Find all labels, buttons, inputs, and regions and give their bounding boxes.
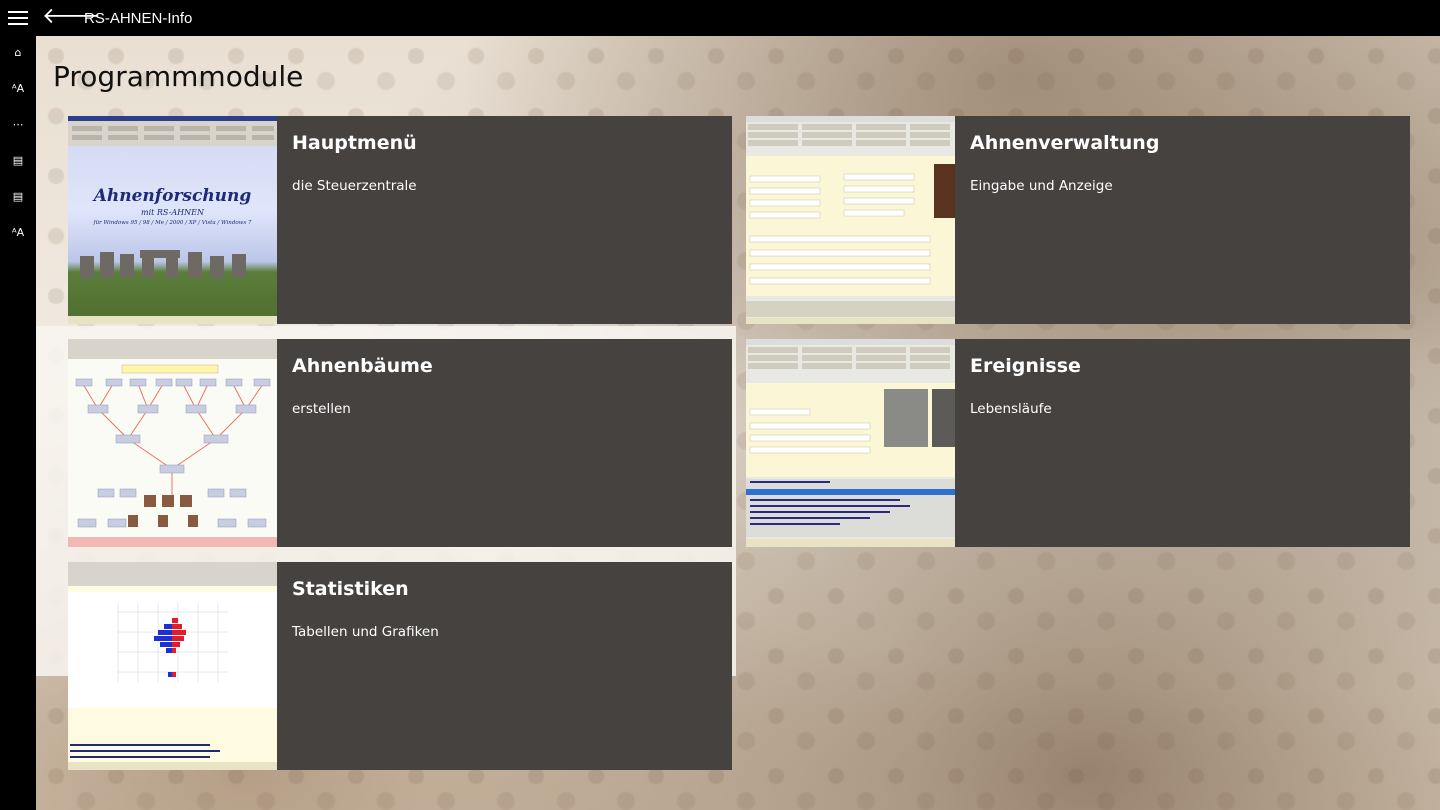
- family-tree-screenshot: [68, 339, 277, 547]
- tile-title: Ereignisse: [970, 355, 1081, 377]
- font-size-icon[interactable]: ᴬA: [0, 74, 36, 104]
- events-screenshot: [746, 339, 955, 547]
- hamburger-menu-icon[interactable]: [8, 11, 28, 25]
- home-icon[interactable]: ⌂: [0, 38, 36, 68]
- tile-subtitle: Eingabe und Anzeige: [970, 178, 1113, 194]
- tile-title: Statistiken: [292, 578, 409, 600]
- statistics-screenshot: [68, 562, 277, 770]
- main-menu-screenshot: Ahnenforschung mit RS-AHNEN für Windows …: [68, 116, 277, 324]
- tile-hauptmenue[interactable]: Ahnenforschung mit RS-AHNEN für Windows …: [68, 116, 732, 324]
- nav-rail: ⌂ ᴬA ⋯ ▤ ▤ ᴬA: [0, 36, 36, 810]
- tile-subtitle: die Steuerzentrale: [292, 178, 417, 194]
- thumb-os-line: für Windows 95 / 98 / Me / 2000 / XP / V…: [93, 220, 252, 226]
- tile-ereignisse[interactable]: Ereignisse Lebensläufe: [746, 339, 1410, 547]
- thumb-subline: mit RS-AHNEN: [141, 208, 204, 217]
- app-title: RS-AHNEN-Info: [84, 10, 193, 27]
- ancestor-admin-thumb-art: [746, 116, 955, 324]
- statistics-thumb-art: [68, 562, 277, 770]
- tile-subtitle: Lebensläufe: [970, 401, 1052, 417]
- page-title: Programmmodule: [53, 60, 304, 93]
- font-size-icon-2[interactable]: ᴬA: [0, 218, 36, 248]
- library-icon[interactable]: ▤: [0, 146, 36, 176]
- thumb-headline: Ahnenforschung: [93, 186, 252, 206]
- ancestor-admin-screenshot: [746, 116, 955, 324]
- tile-title: Hauptmenü: [292, 132, 417, 154]
- tile-subtitle: Tabellen und Grafiken: [292, 624, 439, 640]
- tile-ahnenbaeume[interactable]: Ahnenbäume erstellen: [68, 339, 732, 547]
- more-icon[interactable]: ⋯: [0, 110, 36, 140]
- title-bar: 🡐 RS-AHNEN-Info: [0, 0, 1440, 36]
- tile-ahnenverwaltung[interactable]: Ahnenverwaltung Eingabe und Anzeige: [746, 116, 1410, 324]
- tile-title: Ahnenbäume: [292, 355, 433, 377]
- tile-subtitle: erstellen: [292, 401, 351, 417]
- tile-statistiken[interactable]: Statistiken Tabellen und Grafiken: [68, 562, 732, 770]
- events-thumb-art: [746, 339, 955, 547]
- tile-title: Ahnenverwaltung: [970, 132, 1160, 154]
- content-area: Programmmodule Ahnenforschung mit RS-AHN…: [36, 36, 1440, 810]
- library-icon-2[interactable]: ▤: [0, 182, 36, 212]
- family-tree-thumb-art: [68, 339, 277, 547]
